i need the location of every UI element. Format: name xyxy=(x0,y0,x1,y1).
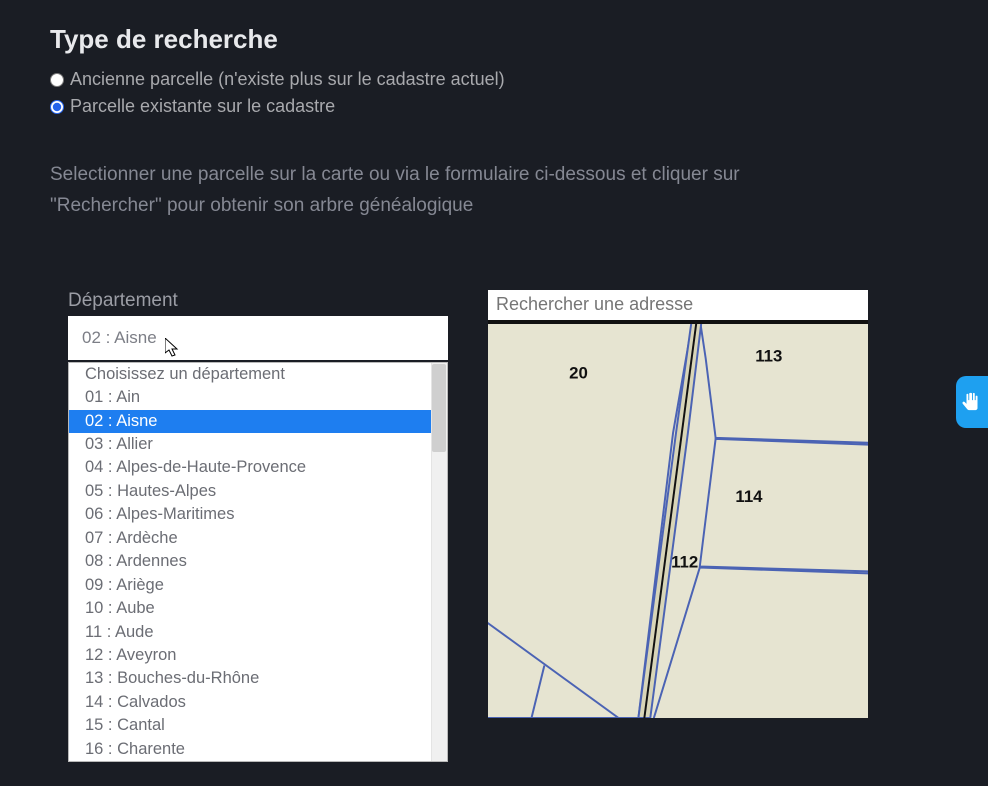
parcel-label-112: 112 xyxy=(671,552,698,571)
department-select[interactable] xyxy=(68,316,448,360)
dropdown-option[interactable]: 13 : Bouches-du-Rhône xyxy=(69,667,447,690)
dropdown-placeholder[interactable]: Choisissez un département xyxy=(69,363,447,386)
dropdown-option[interactable]: 03 : Allier xyxy=(69,433,447,456)
hand-icon xyxy=(961,391,983,413)
radio-current-parcel-label[interactable]: Parcelle existante sur le cadastre xyxy=(70,96,335,117)
dropdown-option[interactable]: 16 : Charente xyxy=(69,738,447,761)
dropdown-option[interactable]: 09 : Ariège xyxy=(69,574,447,597)
dropdown-option[interactable]: 02 : Aisne xyxy=(69,410,447,433)
dropdown-scrollbar[interactable] xyxy=(431,363,447,761)
parcel-label-20: 20 xyxy=(569,363,588,382)
dropdown-option[interactable]: 05 : Hautes-Alpes xyxy=(69,480,447,503)
radio-current-parcel[interactable] xyxy=(50,100,64,114)
dropdown-scrollbar-thumb[interactable] xyxy=(432,364,446,452)
instructions-text: Selectionner une parcelle sur la carte o… xyxy=(50,159,800,222)
address-search-input[interactable] xyxy=(488,290,868,320)
dropdown-option[interactable]: 04 : Alpes-de-Haute-Provence xyxy=(69,456,447,479)
dropdown-option[interactable]: 14 : Calvados xyxy=(69,691,447,714)
dropdown-option[interactable]: 06 : Alpes-Maritimes xyxy=(69,503,447,526)
dropdown-option[interactable]: 10 : Aube xyxy=(69,597,447,620)
dropdown-option[interactable]: 08 : Ardennes xyxy=(69,550,447,573)
radio-old-parcel[interactable] xyxy=(50,73,64,87)
dropdown-option[interactable]: 01 : Ain xyxy=(69,386,447,409)
parcel-label-114: 114 xyxy=(735,487,763,506)
department-dropdown[interactable]: Choisissez un département01 : Ain02 : Ai… xyxy=(68,362,448,762)
cadastre-map[interactable]: 20 113 114 112 xyxy=(488,320,868,718)
dropdown-option[interactable]: 11 : Aude xyxy=(69,621,447,644)
side-panel-tab[interactable] xyxy=(956,376,988,428)
search-type-title: Type de recherche xyxy=(50,24,938,55)
parcel-label-113: 113 xyxy=(755,346,782,365)
radio-old-parcel-label[interactable]: Ancienne parcelle (n'existe plus sur le … xyxy=(70,69,505,90)
dropdown-option[interactable]: 07 : Ardèche xyxy=(69,527,447,550)
dropdown-option[interactable]: 12 : Aveyron xyxy=(69,644,447,667)
department-label: Département xyxy=(68,290,448,312)
